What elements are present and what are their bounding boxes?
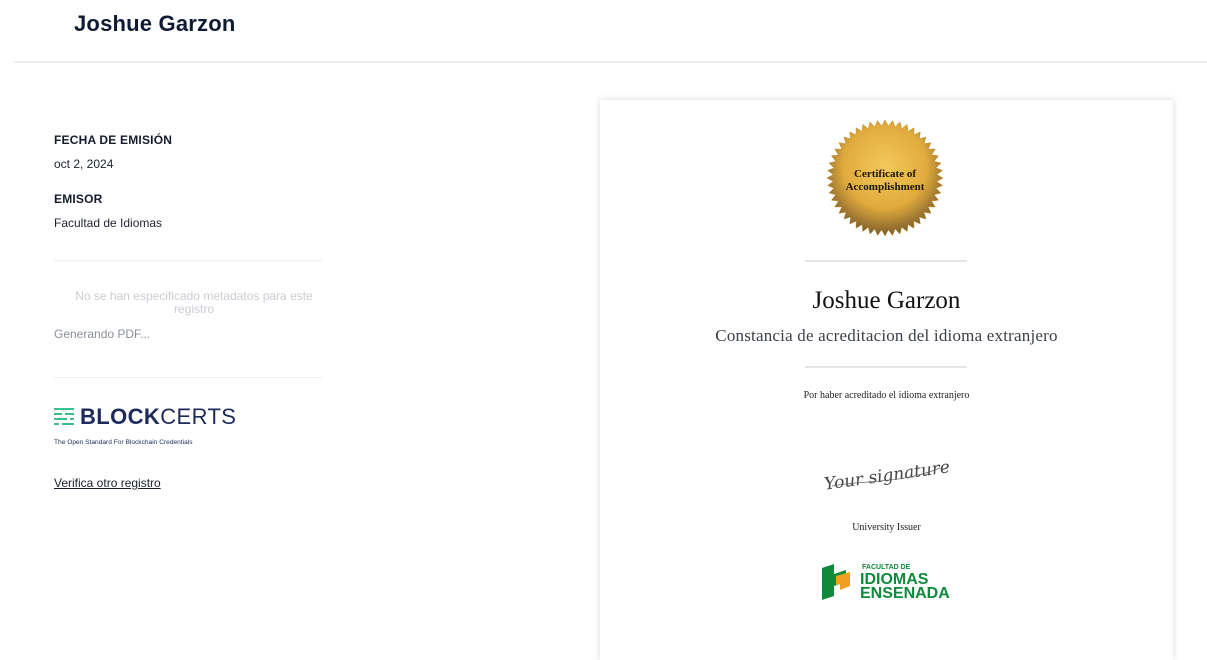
blockcerts-tagline: The Open Standard For Blockchain Credent… (54, 439, 193, 446)
section-divider (54, 377, 322, 378)
blockcerts-logo: BLOCKCERTS (54, 404, 236, 430)
pdf-status: Generando PDF... (54, 327, 151, 341)
svg-text:Certificate of: Certificate of (854, 168, 916, 180)
header-divider (14, 61, 1207, 63)
svg-text:Accomplishment: Accomplishment (846, 181, 925, 193)
faculty-logo: FACULTAD DE IDIOMAS ENSENADA (822, 564, 950, 602)
certificate-rule (805, 366, 967, 368)
blockcerts-icon (54, 408, 74, 425)
signature-image: Your signature (823, 457, 951, 494)
metadata-note: No se han especificado metadatos para es… (75, 289, 313, 316)
issue-date-value: oct 2, 2024 (54, 157, 114, 171)
issuer-value: Facultad de Idiomas (54, 216, 163, 230)
svg-text:Your signature: Your signature (823, 457, 951, 494)
svg-text:FACULTAD DE: FACULTAD DE (862, 564, 911, 571)
issue-date-label: FECHA DE EMISIÓN (54, 133, 173, 147)
blockcerts-wordmark: BLOCKCERTS (80, 404, 237, 429)
svg-text:ENSENADA: ENSENADA (860, 585, 950, 602)
app-header: Joshue Garzon (0, 0, 1207, 62)
certificate-title: Constancia de acreditacion del idioma ex… (715, 326, 1058, 345)
certificate-rule (805, 260, 967, 262)
recipient-name: Joshue Garzon (812, 287, 961, 314)
certificate-description: Por haber acreditado el idioma extranjer… (803, 390, 970, 401)
signer-title: University Issuer (852, 522, 921, 533)
page-title: Joshue Garzon (74, 11, 236, 36)
issuer-label: EMISOR (54, 192, 103, 206)
verify-other-link[interactable]: Verifica otro registro (54, 476, 161, 490)
certificate-card: Certificate of Accomplishment Joshue Gar… (600, 100, 1173, 660)
certificate-seal-icon: Certificate of Accomplishment (826, 119, 944, 237)
section-divider (54, 260, 322, 261)
